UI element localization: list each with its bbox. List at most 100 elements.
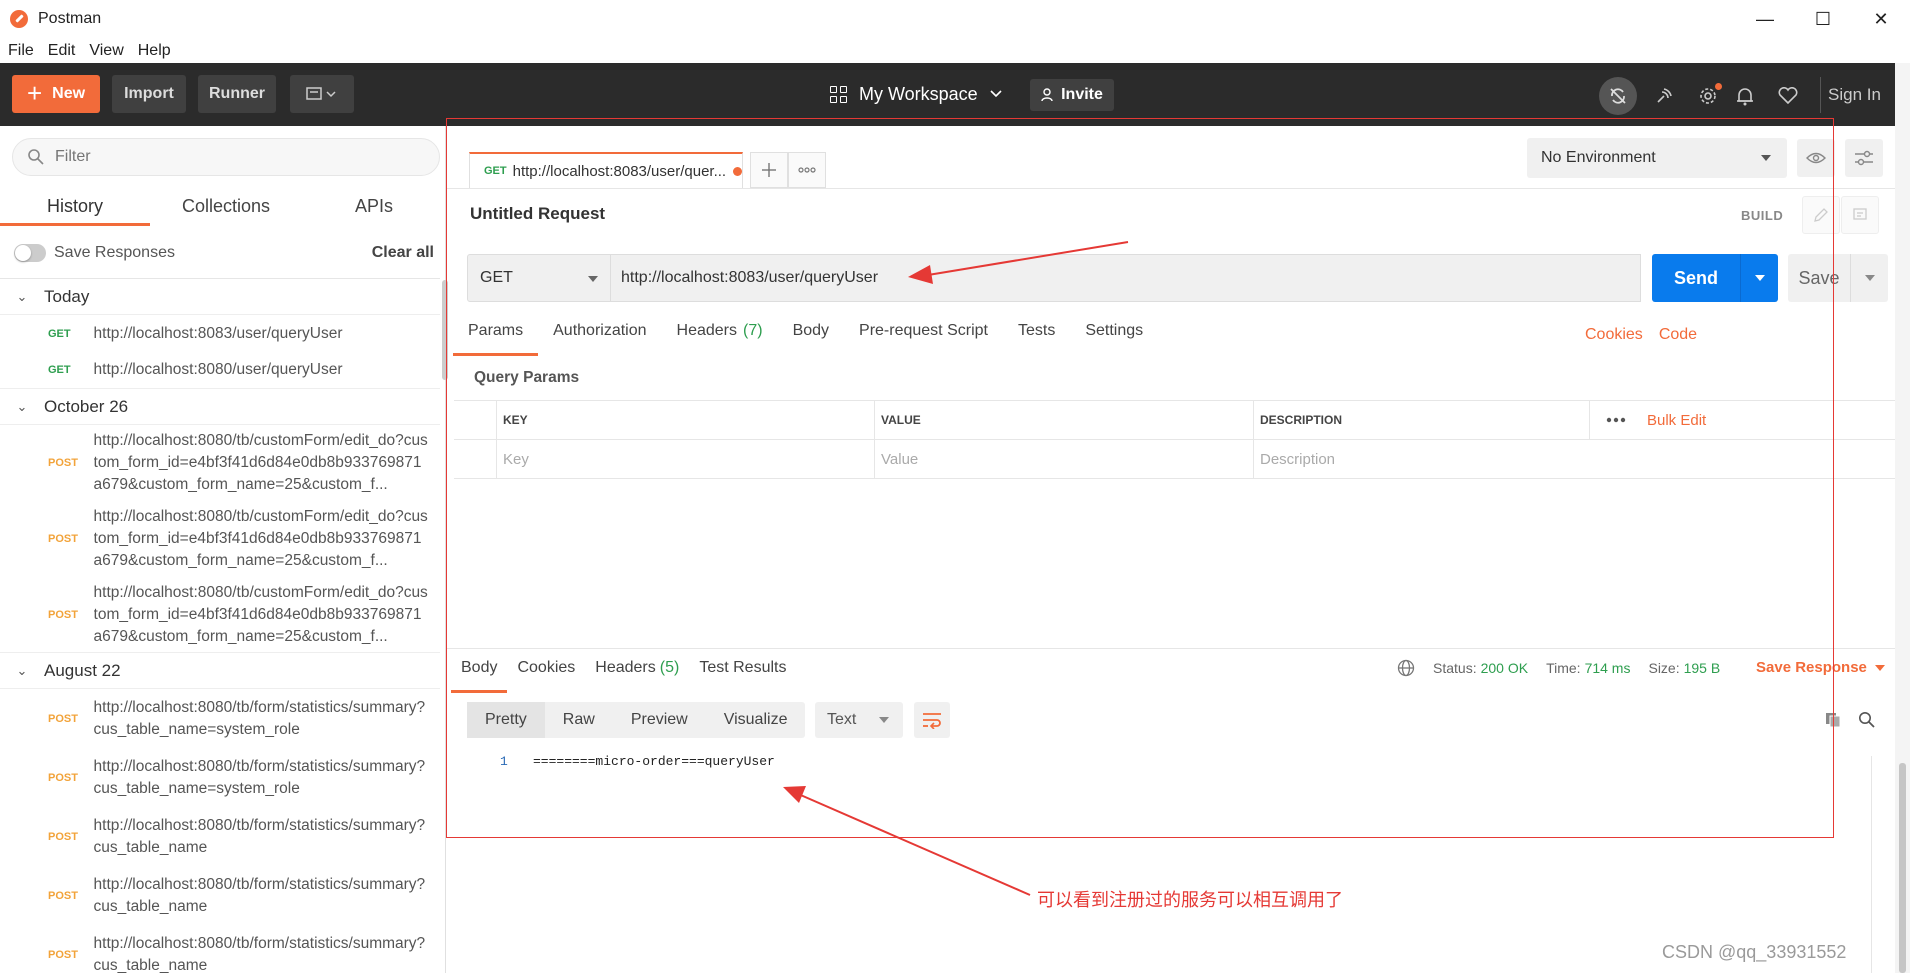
response-scrollbar[interactable] (1871, 756, 1881, 973)
history-url: http://localhost:8080/tb/form/statistics… (93, 816, 426, 856)
history-url: http://localhost:8080/tb/form/statistics… (93, 875, 426, 915)
sync-off-icon[interactable] (1599, 77, 1637, 115)
format-preview[interactable]: Preview (613, 702, 706, 738)
tab-params[interactable]: Params (453, 322, 539, 356)
tab-pre-request-script[interactable]: Pre-request Script (844, 322, 1003, 356)
edit-button[interactable] (1802, 196, 1840, 234)
response-divider[interactable] (447, 648, 1895, 649)
format-raw[interactable]: Raw (545, 702, 613, 738)
menu-edit[interactable]: Edit (48, 42, 76, 60)
history-item[interactable]: POST http://localhost:8080/tb/customForm… (0, 425, 440, 501)
history-item[interactable]: POST http://localhost:8080/tb/form/stati… (0, 807, 440, 866)
window-scrollbar[interactable] (1895, 63, 1910, 973)
plus-icon: + (26, 77, 43, 108)
save-options-dropdown[interactable] (1850, 254, 1888, 302)
send-options-dropdown[interactable] (1740, 254, 1778, 302)
heart-icon[interactable] (1770, 79, 1806, 113)
chevron-down-icon: ⌄ (16, 288, 28, 304)
runner-button[interactable]: Runner (198, 75, 276, 113)
response-tab-body[interactable]: Body (451, 659, 508, 693)
history-item[interactable]: GET http://localhost:8080/user/queryUser (0, 352, 440, 389)
tab-settings[interactable]: Settings (1070, 322, 1158, 356)
globe-icon[interactable] (1397, 659, 1415, 677)
bell-icon[interactable] (1727, 79, 1763, 113)
scrollbar-thumb[interactable] (1899, 763, 1906, 973)
wrap-lines-button[interactable] (914, 702, 950, 738)
close-button[interactable]: ✕ (1852, 0, 1910, 38)
send-button[interactable]: Send (1652, 254, 1778, 302)
workspace-switcher[interactable]: My Workspace (830, 75, 1002, 113)
settings-gear-icon[interactable] (1690, 79, 1726, 113)
filter-input[interactable] (55, 148, 415, 166)
response-body-text[interactable]: ========micro-order===queryUser (533, 754, 775, 769)
history-group-august-22[interactable]: ⌄ August 22 (0, 653, 440, 689)
history-item[interactable]: POST http://localhost:8080/tb/form/stati… (0, 925, 440, 973)
time-value: 714 ms (1584, 660, 1631, 676)
url-input[interactable]: http://localhost:8083/user/queryUser (611, 254, 1641, 302)
tab-headers[interactable]: Headers (7) (662, 322, 778, 356)
tab-history[interactable]: History (0, 186, 150, 226)
tab-tests[interactable]: Tests (1003, 322, 1070, 356)
plus-icon (762, 163, 776, 177)
history-item[interactable]: POST http://localhost:8080/tb/customForm… (0, 501, 440, 577)
environment-value: No Environment (1541, 149, 1656, 166)
line-number: 1 (500, 754, 508, 769)
save-button[interactable]: Save (1788, 254, 1888, 302)
maximize-button[interactable]: ☐ (1794, 0, 1852, 38)
tab-authorization[interactable]: Authorization (538, 322, 661, 356)
save-response-button[interactable]: Save Response (1756, 659, 1885, 676)
history-item[interactable]: POST http://localhost:8080/tb/form/stati… (0, 866, 440, 925)
response-tab-headers[interactable]: Headers (5) (585, 659, 689, 693)
build-label[interactable]: BUILD (1741, 208, 1783, 223)
history-item[interactable]: POST http://localhost:8080/tb/form/stati… (0, 689, 440, 748)
copy-icon[interactable] (1821, 708, 1845, 732)
menu-view[interactable]: View (89, 42, 123, 60)
history-item[interactable]: POST http://localhost:8080/tb/customForm… (0, 577, 440, 653)
request-tab[interactable]: GET http://localhost:8083/user/quer... (469, 152, 743, 188)
tab-options-button[interactable] (788, 152, 826, 188)
sidebar: History Collections APIs Save Responses … (0, 126, 448, 973)
new-window-button[interactable] (290, 75, 354, 113)
format-visualize[interactable]: Visualize (706, 702, 806, 738)
menu-file[interactable]: File (8, 42, 34, 60)
workspace-grid-icon (830, 85, 847, 103)
format-pretty[interactable]: Pretty (467, 702, 545, 738)
new-button[interactable]: + New (12, 75, 100, 113)
import-button[interactable]: Import (112, 75, 186, 113)
bulk-edit-link[interactable]: Bulk Edit (1647, 412, 1706, 429)
history-item[interactable]: GET http://localhost:8083/user/queryUser (0, 315, 440, 352)
more-options-button[interactable] (1589, 401, 1641, 439)
tab-apis[interactable]: APIs (302, 186, 446, 226)
tab-body[interactable]: Body (778, 322, 844, 356)
value-input[interactable]: Value (874, 440, 1253, 478)
request-links: Cookies Code (1585, 326, 1697, 344)
search-icon[interactable] (1855, 708, 1879, 732)
invite-button[interactable]: Invite (1030, 79, 1114, 111)
request-tabs: Params Authorization Headers (7) Body Pre… (453, 322, 1158, 356)
pencil-icon (1814, 208, 1828, 222)
method-select[interactable]: GET (467, 254, 611, 302)
history-group-october-26[interactable]: ⌄ October 26 (0, 389, 440, 425)
environment-quick-look-button[interactable] (1797, 139, 1835, 177)
history-group-today[interactable]: ⌄ Today (0, 279, 440, 315)
column-description: DESCRIPTION (1253, 401, 1589, 439)
clear-all-button[interactable]: Clear all (372, 244, 434, 262)
code-link[interactable]: Code (1659, 326, 1697, 344)
manage-environments-button[interactable] (1845, 139, 1883, 177)
new-tab-button[interactable] (750, 152, 788, 188)
environment-select[interactable]: No Environment (1527, 138, 1787, 178)
save-responses-toggle[interactable] (14, 244, 46, 262)
minimize-button[interactable]: — (1736, 0, 1794, 38)
sign-in-button[interactable]: Sign In (1820, 77, 1888, 113)
text-type-select[interactable]: Text (815, 702, 903, 738)
key-input[interactable]: Key (496, 440, 874, 478)
cookies-link[interactable]: Cookies (1585, 326, 1643, 344)
description-input[interactable]: Description (1253, 440, 1895, 478)
satellite-icon[interactable] (1646, 79, 1682, 113)
response-tab-cookies[interactable]: Cookies (507, 659, 585, 693)
tab-collections[interactable]: Collections (150, 186, 302, 226)
comments-button[interactable] (1841, 196, 1879, 234)
response-tab-test-results[interactable]: Test Results (689, 659, 796, 693)
history-item[interactable]: POST http://localhost:8080/tb/form/stati… (0, 748, 440, 807)
menu-help[interactable]: Help (138, 42, 171, 60)
